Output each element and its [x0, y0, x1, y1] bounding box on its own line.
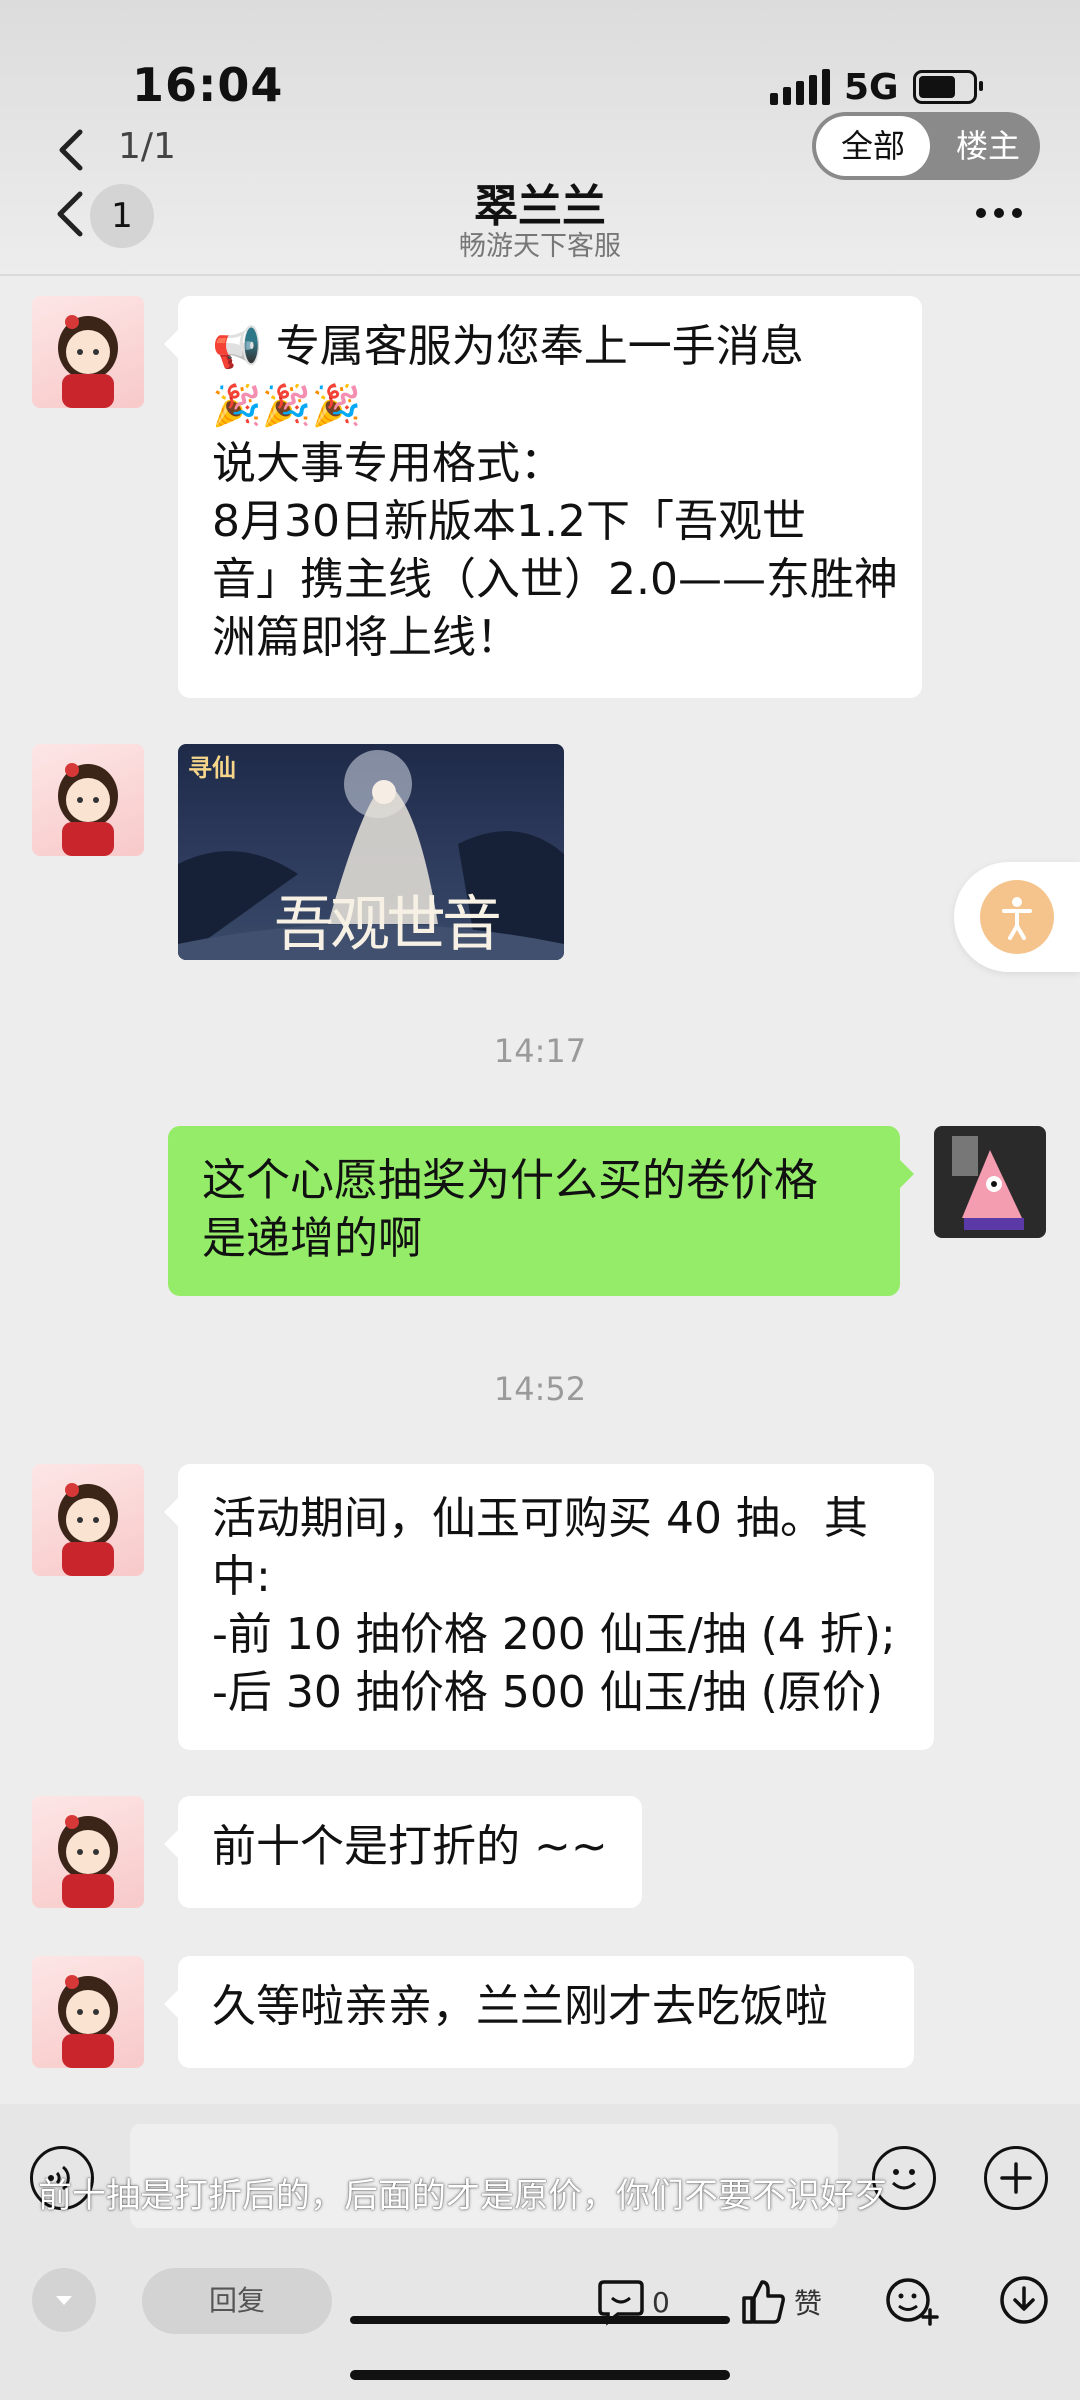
- avatar-agent[interactable]: [32, 296, 144, 408]
- image-message[interactable]: 寻仙 吾观世音: [178, 744, 564, 960]
- filter-owner-button[interactable]: 楼主: [940, 116, 1036, 176]
- like-button[interactable]: 赞: [738, 2270, 838, 2334]
- more-options-icon[interactable]: [976, 208, 1022, 218]
- floating-accessibility-button[interactable]: [954, 862, 1080, 972]
- avatar-agent[interactable]: [32, 1956, 144, 2068]
- avatar-user[interactable]: [934, 1126, 1046, 1238]
- video-caption: 前十抽是打折后的，后面的才是原价，你们不要不识好歹: [38, 2176, 888, 2216]
- megaphone-icon: 📢: [212, 325, 262, 371]
- back-icon[interactable]: [44, 122, 100, 178]
- message-bubble: 活动期间，仙玉可购买 40 抽。其 中: -前 10 抽价格 200 仙玉/抽 …: [164, 1464, 934, 1750]
- message-bubble: 📢 专属客服为您奉上一手消息 🎉🎉🎉 说大事专用格式： 8月30日新版本1.2下…: [164, 296, 922, 698]
- add-emoji-icon[interactable]: [882, 2270, 942, 2334]
- accessibility-icon: [980, 880, 1054, 954]
- avatar-agent[interactable]: [32, 1464, 144, 1576]
- comment-count: 0: [652, 2285, 670, 2319]
- avatar-agent[interactable]: [32, 744, 144, 856]
- status-time: 16:04: [132, 58, 284, 112]
- timestamp: 14:17: [493, 1032, 587, 1070]
- network-label: 5G: [844, 66, 899, 108]
- video-progress-bar[interactable]: [350, 2316, 730, 2324]
- pager-label: 1/1: [118, 126, 176, 167]
- battery-icon: [912, 70, 983, 104]
- filter-all-button[interactable]: 全部: [816, 116, 930, 176]
- collapse-button[interactable]: [32, 2268, 96, 2332]
- image-calligraphy: 吾观世音: [274, 890, 502, 960]
- header-divider: [0, 274, 1080, 276]
- filter-toggle[interactable]: 全部 楼主: [812, 112, 1040, 180]
- like-label: 赞: [794, 2287, 823, 2320]
- timestamp: 14:52: [493, 1370, 587, 1408]
- download-icon[interactable]: [994, 2270, 1054, 2334]
- unread-badge: 1: [90, 184, 154, 248]
- user-message-bubble: 这个心愿抽奖为什么买的卷价格 是递增的啊: [168, 1126, 914, 1296]
- comment-button[interactable]: 0: [596, 2270, 676, 2334]
- thumbs-up-icon: [742, 2280, 785, 2324]
- image-logo: 寻仙: [188, 754, 236, 782]
- signal-icon: [770, 69, 830, 105]
- message-bubble: 前十个是打折的 ~~: [164, 1796, 642, 1908]
- avatar-agent[interactable]: [32, 1796, 144, 1908]
- chat-subtitle: 畅游天下客服: [459, 231, 621, 262]
- party-popper-icon: 🎉🎉🎉: [212, 383, 362, 429]
- home-indicator[interactable]: [350, 2370, 730, 2380]
- message-bubble: 久等啦亲亲，兰兰刚才去吃饭啦: [164, 1956, 914, 2068]
- reply-button[interactable]: 回复: [142, 2268, 332, 2334]
- status-icons: 5G: [770, 62, 983, 112]
